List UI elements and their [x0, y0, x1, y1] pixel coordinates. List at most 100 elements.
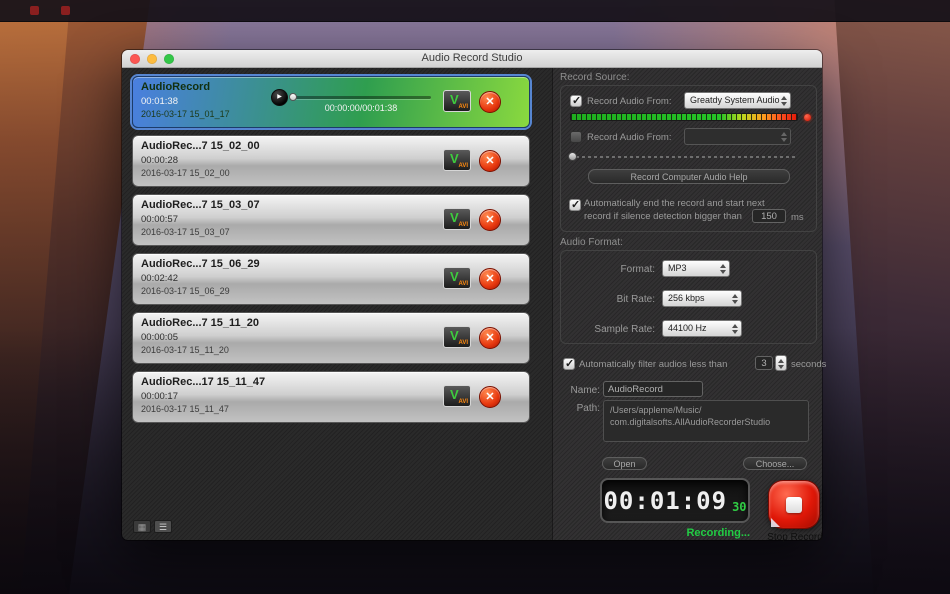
view-toggles: ▦ ☰	[133, 520, 172, 533]
recording-duration: 00:01:38	[141, 96, 178, 107]
auto-end-checkbox[interactable]	[569, 198, 581, 211]
filter-seconds-stepper[interactable]	[775, 355, 787, 371]
path-label: Path:	[576, 403, 600, 414]
record-source-section-label: Record Source:	[560, 72, 630, 83]
recording-timer-display: 00:01:09 30	[600, 478, 750, 523]
recording-info: AudioRec...7 15_06_29 00:02:42 2016-03-1…	[141, 258, 260, 296]
recording-duration: 00:00:28	[141, 155, 178, 166]
audio-source2-dropdown[interactable]	[684, 128, 791, 145]
recording-name: AudioRec...7 15_06_29	[141, 258, 260, 270]
open-button[interactable]: Open	[602, 457, 647, 470]
input-volume-knob[interactable]	[568, 152, 577, 161]
recording-name: AudioRec...7 15_03_07	[141, 199, 260, 211]
choose-button[interactable]: Choose...	[743, 457, 807, 470]
file-icon-v: V	[450, 328, 459, 343]
format-dropdown[interactable]: MP3	[662, 260, 730, 277]
delete-recording-button[interactable]: ✕	[479, 91, 501, 113]
delete-recording-button[interactable]: ✕	[479, 209, 501, 231]
auto-end-line2: record if silence detection bigger than	[584, 211, 742, 222]
seek-slider[interactable]	[289, 93, 431, 101]
avi-file-icon: V AVI	[443, 149, 471, 171]
auto-end-line1: Automatically end the record and start n…	[584, 198, 765, 209]
file-icon-avi: AVI	[458, 163, 468, 169]
file-icon-avi: AVI	[458, 399, 468, 405]
delete-recording-button[interactable]: ✕	[479, 327, 501, 349]
window-controls	[130, 54, 174, 64]
timer-digits: 00:01:09	[603, 486, 728, 515]
delete-recording-button[interactable]: ✕	[479, 268, 501, 290]
file-icon-v: V	[450, 210, 459, 225]
button-page-curl	[771, 518, 780, 527]
avi-file-icon: V AVI	[443, 385, 471, 407]
recording-date: 2016-03-17 15_01_17	[141, 109, 230, 119]
input-volume-slider[interactable]	[570, 156, 798, 158]
avi-file-icon: V AVI	[443, 90, 471, 112]
menu-bar	[0, 0, 950, 22]
recording-date: 2016-03-17 15_11_47	[141, 404, 229, 414]
seek-knob[interactable]	[289, 93, 297, 101]
recordings-list: AudioRecord 00:01:38 2016-03-17 15_01_17…	[132, 76, 530, 430]
recording-name: AudioRec...17 15_11_47	[141, 376, 266, 388]
recording-duration: 00:00:57	[141, 214, 178, 225]
menubar-red-icon[interactable]	[30, 6, 39, 15]
file-icon-avi: AVI	[458, 222, 468, 228]
minimize-window-button[interactable]	[147, 54, 157, 64]
filter-short-audio-label: Automatically filter audios less than	[579, 359, 728, 370]
zoom-window-button[interactable]	[164, 54, 174, 64]
audio-format-section-label: Audio Format:	[560, 237, 623, 248]
format-label: Format:	[620, 264, 655, 275]
list-view-button[interactable]: ☰	[154, 520, 172, 533]
samplerate-dropdown[interactable]: 44100 Hz	[662, 320, 742, 337]
filter-seconds-field[interactable]: 3	[755, 356, 773, 370]
stop-record-button[interactable]	[768, 480, 820, 529]
recording-name: AudioRec...7 15_11_20	[141, 317, 260, 329]
record-computer-audio-help-button[interactable]: Record Computer Audio Help	[588, 169, 790, 184]
recording-item[interactable]: AudioRec...17 15_11_47 00:00:17 2016-03-…	[132, 371, 530, 423]
app-window: Audio Record Studio AudioRecord 00:01:38…	[122, 50, 826, 543]
file-icon-avi: AVI	[458, 104, 468, 110]
silence-ms-field[interactable]: 150	[752, 209, 786, 223]
delete-recording-button[interactable]: ✕	[479, 386, 501, 408]
play-button[interactable]: ▶	[271, 89, 288, 106]
seconds-unit-label: seconds	[791, 359, 827, 370]
avi-file-icon: V AVI	[443, 326, 471, 348]
grid-view-button[interactable]: ▦	[133, 520, 151, 533]
samplerate-value: 44100 Hz	[668, 323, 707, 333]
delete-recording-button[interactable]: ✕	[479, 150, 501, 172]
title-bar[interactable]: Audio Record Studio	[122, 50, 822, 68]
bitrate-label: Bit Rate:	[616, 294, 655, 305]
recording-item[interactable]: AudioRec...7 15_03_07 00:00:57 2016-03-1…	[132, 194, 530, 246]
file-icon-avi: AVI	[458, 340, 468, 346]
path-box: /Users/appleme/Music/ com.digitalsofts.A…	[603, 400, 809, 442]
recording-info: AudioRec...17 15_11_47 00:00:17 2016-03-…	[141, 376, 265, 414]
filter-short-audio-checkbox[interactable]	[563, 357, 575, 370]
recording-item[interactable]: AudioRec...7 15_06_29 00:02:42 2016-03-1…	[132, 253, 530, 305]
window-content: AudioRecord 00:01:38 2016-03-17 15_01_17…	[122, 68, 826, 543]
bitrate-dropdown[interactable]: 256 kbps	[662, 290, 742, 307]
grid-icon: ▦	[137, 522, 147, 532]
recording-duration: 00:00:17	[141, 391, 178, 402]
recording-name: AudioRecord	[141, 81, 211, 93]
name-field[interactable]: AudioRecord	[603, 381, 703, 397]
audio-level-meter	[570, 113, 798, 121]
recording-date: 2016-03-17 15_06_29	[141, 286, 230, 296]
dropdown-arrows-icon	[781, 96, 787, 106]
audio-source-value: Greatdy System Audio	[690, 95, 780, 105]
close-window-button[interactable]	[130, 54, 140, 64]
recording-item[interactable]: AudioRec...7 15_02_00 00:00:28 2016-03-1…	[132, 135, 530, 187]
record-audio-from-checkbox[interactable]	[570, 94, 582, 107]
avi-file-icon: V AVI	[443, 208, 471, 230]
stop-square-icon	[786, 496, 802, 513]
record-audio-from2-checkbox[interactable]	[570, 131, 582, 143]
dropdown-arrows-icon	[732, 324, 738, 334]
audio-source-dropdown[interactable]: Greatdy System Audio	[684, 92, 791, 109]
recording-item[interactable]: AudioRec...7 15_11_20 00:00:05 2016-03-1…	[132, 312, 530, 364]
level-peak-led	[804, 114, 811, 121]
path-line1: /Users/appleme/Music/	[610, 405, 702, 415]
recording-duration: 00:00:05	[141, 332, 178, 343]
file-icon-v: V	[450, 92, 459, 107]
menubar-red-icon[interactable]	[61, 6, 70, 15]
recording-item[interactable]: AudioRecord 00:01:38 2016-03-17 15_01_17…	[132, 76, 530, 128]
recording-info: AudioRec...7 15_11_20 00:00:05 2016-03-1…	[141, 317, 259, 355]
name-label: Name:	[570, 385, 600, 396]
